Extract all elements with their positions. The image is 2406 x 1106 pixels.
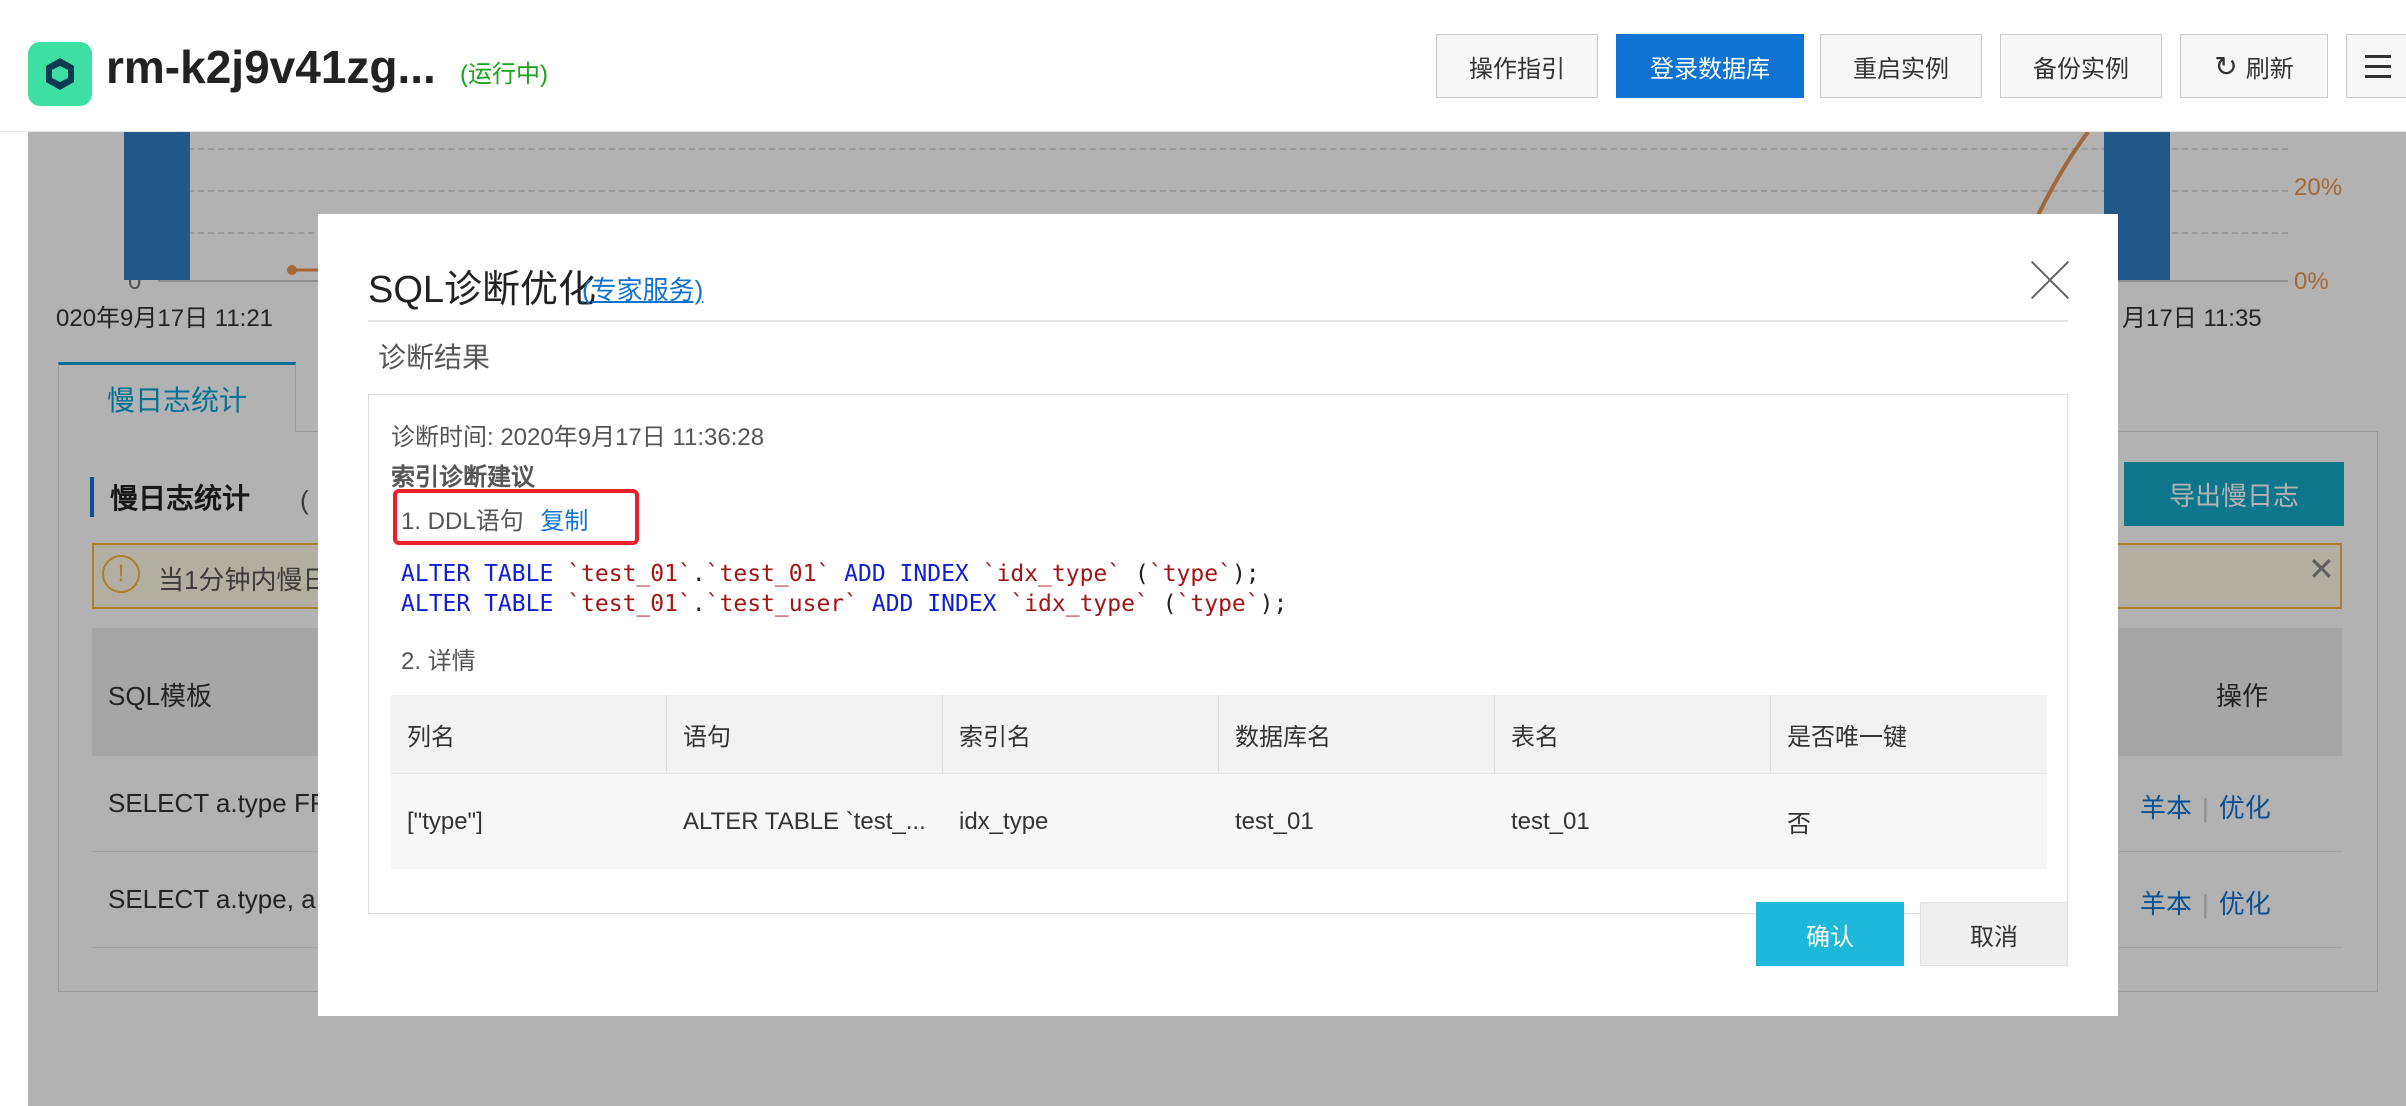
login-db-button[interactable]: 登录数据库 [1616,34,1804,98]
expert-service-link[interactable]: (专家服务) [582,270,703,307]
confirm-button-label: 确认 [1806,923,1854,951]
guide-button-label: 操作指引 [1469,55,1565,83]
divider [368,318,2068,322]
cancel-button[interactable]: 取消 [1920,902,2068,966]
detail-cell: ["type"] [391,773,667,869]
refresh-button[interactable]: ↻ 刷新 [2180,34,2328,98]
detail-cell: test_01 [1219,773,1495,869]
index-suggestion-title: 索引诊断建议 [391,464,535,491]
detail-col-header: 表名 [1495,695,1771,773]
instance-name: rm-k2j9v41zg... [106,41,436,93]
confirm-button[interactable]: 确认 [1756,902,1904,966]
copy-link[interactable]: 复制 [540,508,588,535]
diagnosis-result-box: 诊断时间: 2020年9月17日 11:36:28 索引诊断建议 1. DDL语… [368,394,2068,914]
restart-button-label: 重启实例 [1853,55,1949,83]
login-db-button-label: 登录数据库 [1650,55,1770,83]
backup-button-label: 备份实例 [2033,55,2129,83]
close-icon[interactable] [2030,260,2070,300]
instance-logo-icon [28,42,92,106]
cancel-button-label: 取消 [1970,923,2018,951]
instance-header: rm-k2j9v41zg... (运行中) 操作指引 登录数据库 重启实例 备份… [0,0,2406,132]
backup-button[interactable]: 备份实例 [2000,34,2162,98]
detail-cell: ALTER TABLE `test_... [667,773,943,869]
ddl-heading: 1. DDL语句 复制 [401,501,588,536]
detail-col-header: 语句 [667,695,943,773]
diagnosis-result-title: 诊断结果 [378,342,491,373]
restart-button[interactable]: 重启实例 [1820,34,1982,98]
detail-cell: 否 [1771,773,2047,869]
diagnosis-time: 诊断时间: 2020年9月17日 11:36:28 [391,424,765,451]
modal-title: SQL诊断优化 [368,269,597,311]
refresh-button-label: 刷新 [2245,55,2294,83]
detail-col-header: 列名 [391,695,667,773]
instance-status: (运行中) [460,61,548,88]
ddl-code: ALTER TABLE `test_01`.`test_01` ADD INDE… [401,561,1288,617]
detail-col-header: 索引名 [943,695,1219,773]
guide-button[interactable]: 操作指引 [1436,34,1598,98]
detail-cell: idx_type [943,773,1219,869]
detail-col-header: 数据库名 [1219,695,1495,773]
detail-col-header: 是否唯一键 [1771,695,2047,773]
detail-cell: test_01 [1495,773,1771,869]
ddl-label: 1. DDL语句 [401,508,524,535]
detail-label: 2. 详情 [401,648,476,675]
list-menu-button[interactable] [2346,34,2406,98]
refresh-icon: ↻ [2214,50,2238,82]
sql-diagnosis-modal: SQL诊断优化 (专家服务) 诊断结果 诊断时间: 2020年9月17日 11:… [318,214,2118,1016]
